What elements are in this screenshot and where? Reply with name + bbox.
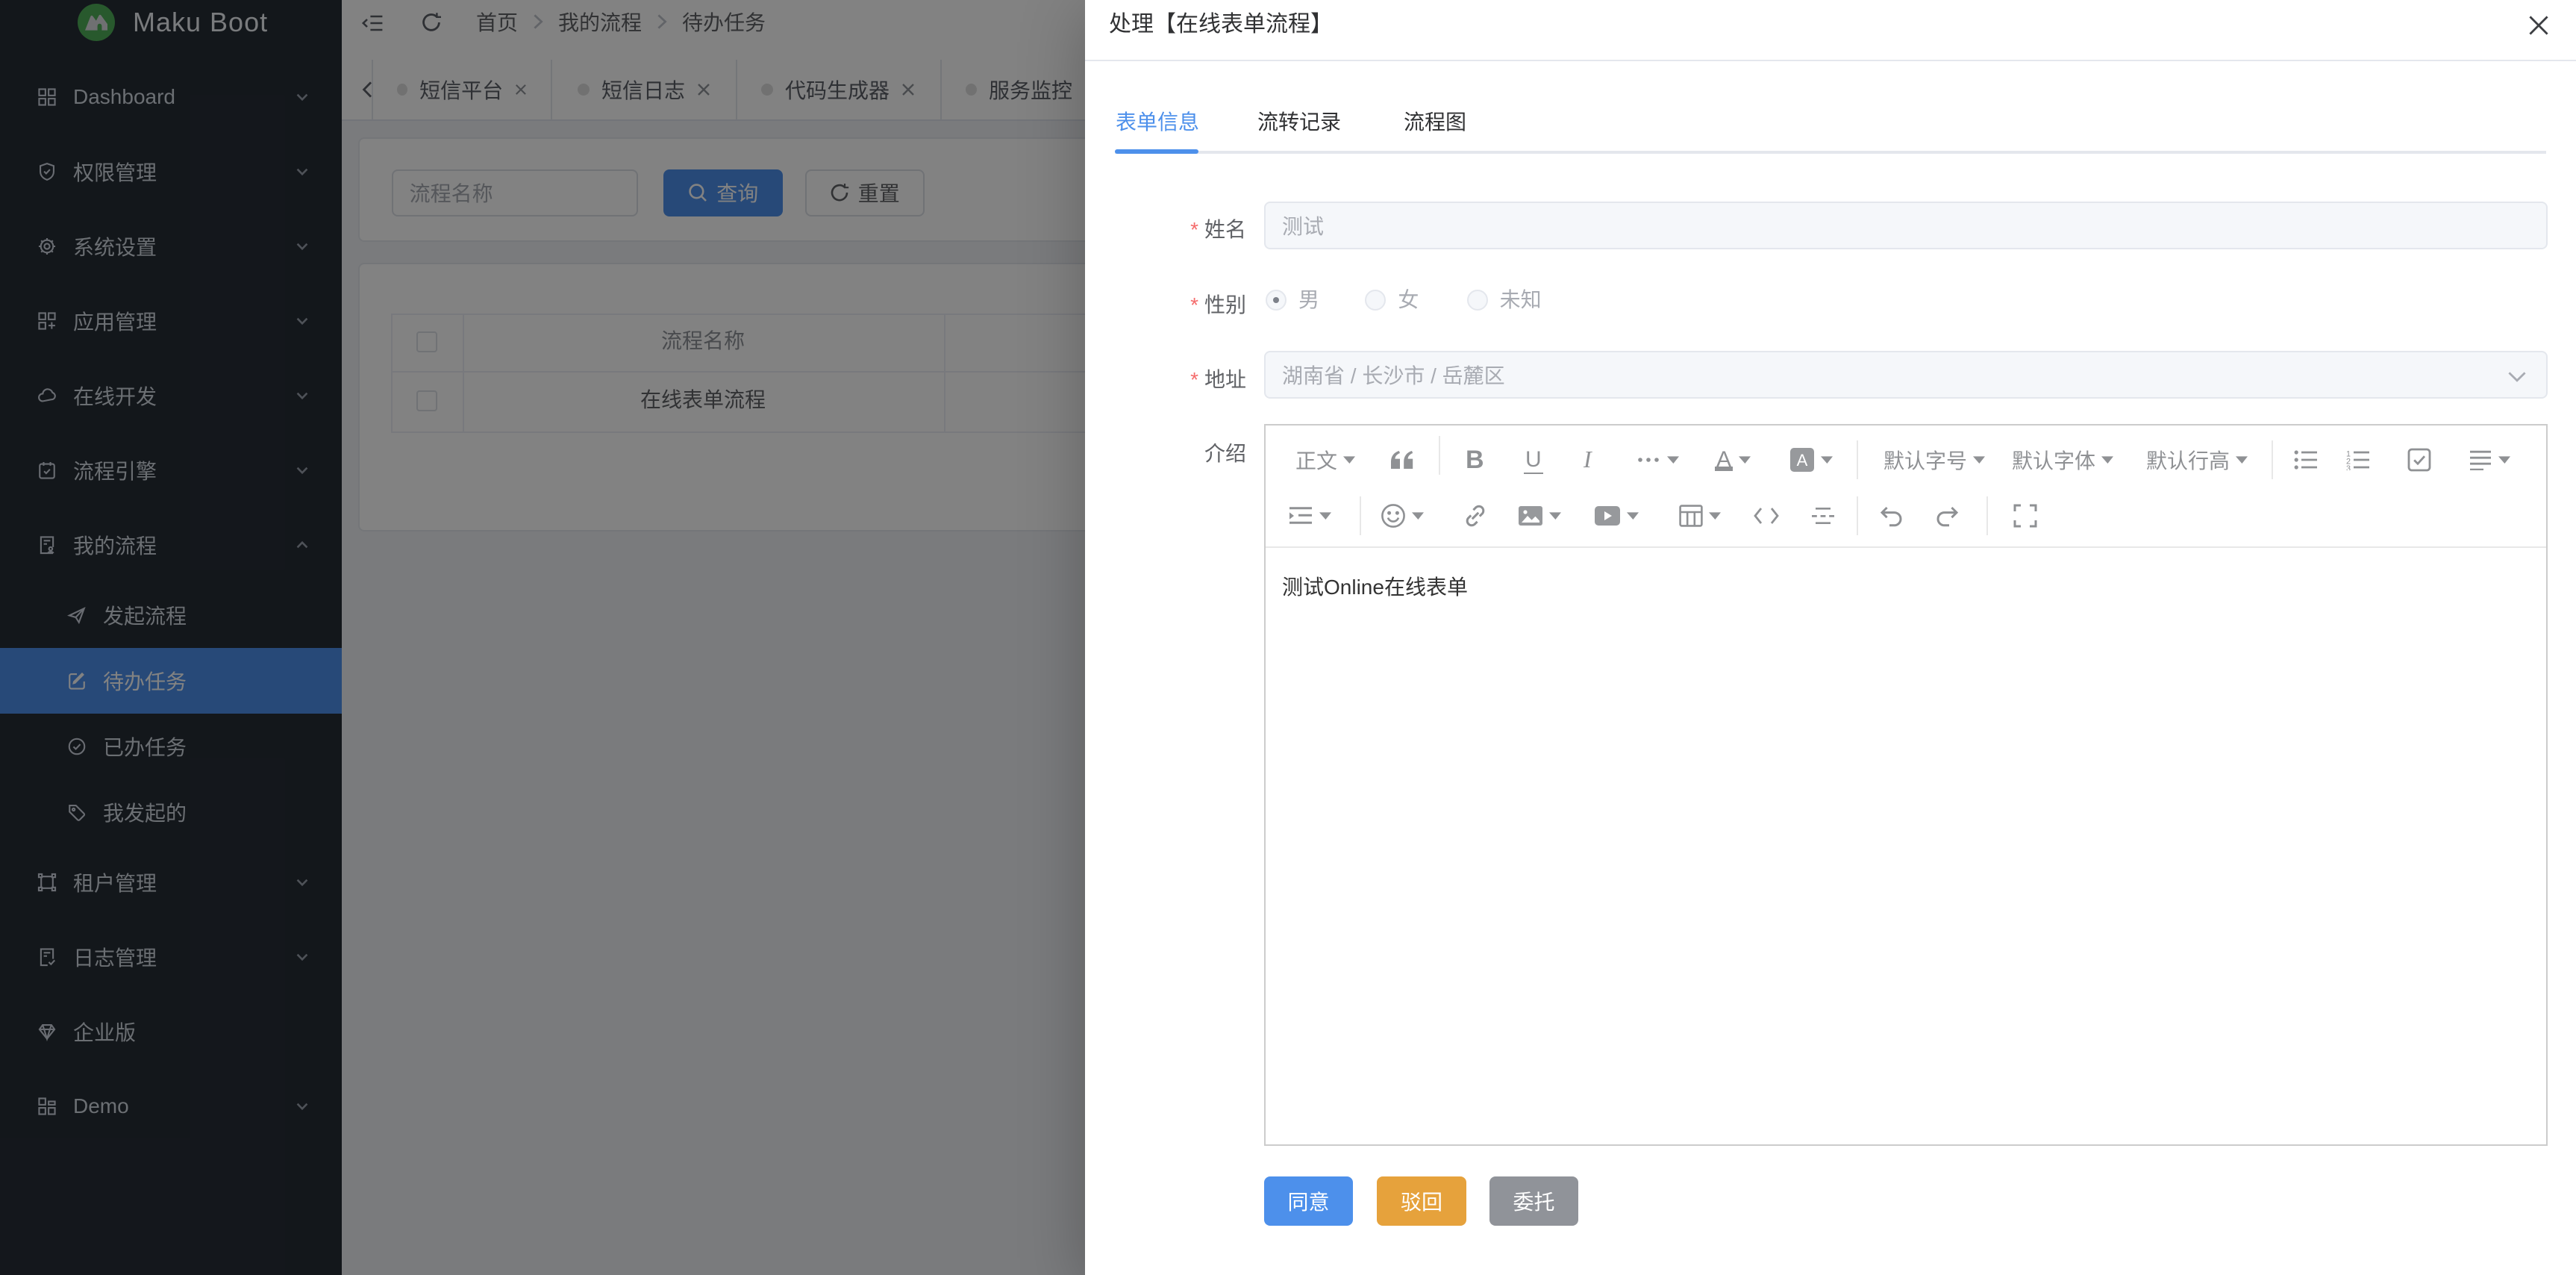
svg-text:3: 3 bbox=[2346, 464, 2351, 470]
svg-text:A: A bbox=[1797, 451, 1808, 470]
